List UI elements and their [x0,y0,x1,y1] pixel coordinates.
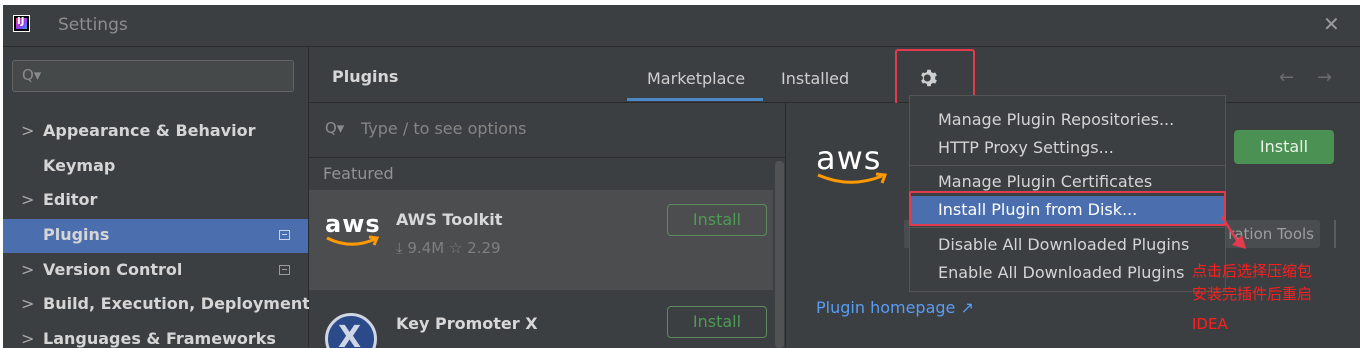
plugin-search-input[interactable]: Q▾ Type / to see options [309,103,785,158]
menu-item-label: Enable All Downloaded Plugins [938,263,1185,282]
menu-item-label: HTTP Proxy Settings... [938,138,1114,157]
search-icon: Q▾ [325,119,345,137]
sidebar-item-label: Languages & Frameworks [43,329,276,348]
annotation-note-line: 安装完插件后重启 [1192,285,1313,303]
sidebar-item-label: Plugins [43,225,110,244]
annotation-note-line: 点击后选择压缩包 [1192,262,1313,280]
project-settings-icon [279,230,290,240]
window-title: Settings [58,15,128,35]
plugin-row[interactable]: aws AWS Toolkit ⤓ 9.4M ☆ 2.29 Install [309,190,773,290]
project-settings-icon [279,265,290,275]
sidebar-item-label: Build, Execution, Deployment [43,294,310,313]
plugin-name: Key Promoter X [396,314,538,333]
app-logo-icon: IJ [13,15,30,32]
plugin-list: Q▾ Type / to see options Featured aws AW… [309,103,786,348]
sidebar-item[interactable]: Plugins [3,219,308,253]
menu-item-disable-all[interactable]: Disable All Downloaded Plugins [910,231,1225,259]
detail-install-button[interactable]: Install [1234,130,1334,164]
plugin-stats: ⤓ 9.4M ☆ 2.29 [396,239,501,257]
section-label: Featured [323,164,394,183]
menu-separator [910,227,1225,228]
tab-marketplace[interactable]: Marketplace [647,69,745,88]
forward-arrow-icon[interactable]: → [1317,67,1332,88]
sidebar-item[interactable]: Keymap [3,150,308,184]
tag-divider [1334,220,1336,248]
plugin-homepage-link[interactable]: Plugin homepage ↗ [816,298,974,317]
page-title: Plugins [332,67,399,86]
settings-search-input[interactable]: Q▾ [12,60,294,92]
list-scrollbar[interactable] [775,161,784,348]
chevron-right-icon[interactable]: > [21,121,34,140]
annotation-note-line: IDEA [1192,315,1228,333]
aws-logo-icon: aws [325,210,385,252]
sidebar-item[interactable]: > Build, Execution, Deployment [3,288,310,322]
sidebar-item[interactable]: > Editor [3,184,308,218]
chevron-right-icon[interactable]: > [21,260,34,279]
menu-item-manage-repositories[interactable]: Manage Plugin Repositories... [910,106,1225,134]
menu-item-enable-all[interactable]: Enable All Downloaded Plugins [910,259,1225,287]
app-logo-text: IJ [17,16,25,27]
settings-sidebar: Q▾ > Appearance & Behavior Keymap > Editor Pl… [3,47,310,348]
plugin-row[interactable]: X Key Promoter X Install [309,295,773,348]
chevron-right-icon[interactable]: > [21,294,34,313]
chevron-right-icon[interactable]: > [21,190,34,209]
tab-selected-indicator [627,98,763,101]
menu-highlight-box [909,191,1226,226]
menu-item-label: Manage Plugin Repositories... [938,110,1175,129]
settings-window: IJ Settings ✕ Q▾ > Appearance & Behavior K… [3,5,1360,348]
sidebar-item-label: Keymap [43,156,116,175]
sidebar-item-label: Appearance & Behavior [43,121,256,140]
install-button[interactable]: Install [667,204,767,236]
close-icon[interactable]: ✕ [1323,12,1340,36]
sidebar-item[interactable]: > Appearance & Behavior [3,115,308,149]
sidebar-item[interactable]: > Languages & Frameworks [3,323,308,348]
menu-item-label: Disable All Downloaded Plugins [938,235,1190,254]
sidebar-item-label: Version Control [43,260,183,279]
annotation-arrow-icon [1220,216,1246,249]
back-arrow-icon[interactable]: ← [1279,67,1294,88]
search-placeholder: Type / to see options [361,119,527,138]
aws-logo-icon: aws [816,139,896,191]
key-promoter-icon-glyph: X [338,320,362,348]
gear-icon[interactable] [918,67,940,89]
menu-separator [910,165,1225,166]
chevron-right-icon[interactable]: > [21,329,34,348]
sidebar-item[interactable]: > Version Control [3,254,308,288]
menu-item-http-proxy[interactable]: HTTP Proxy Settings... [910,134,1225,162]
plugin-name: AWS Toolkit [396,210,503,229]
title-bar: IJ Settings ✕ [3,5,1360,47]
install-button[interactable]: Install [667,306,767,338]
sidebar-item-label: Editor [43,190,98,209]
key-promoter-icon: X [325,313,377,348]
search-icon: Q▾ [22,66,42,84]
tab-installed[interactable]: Installed [781,69,849,88]
